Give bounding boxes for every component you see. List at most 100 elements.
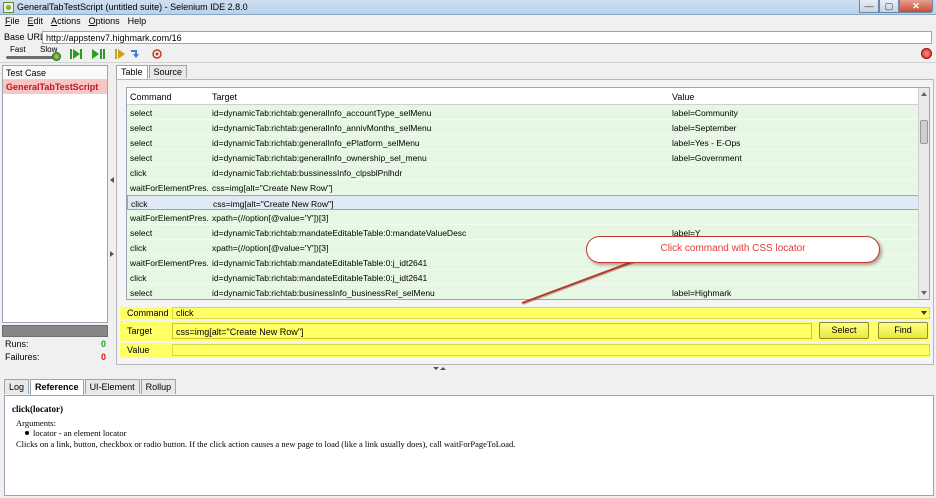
table-row[interactable]: waitForElementPres... css=img[alt="Create… [127, 180, 919, 195]
horizontal-splitter[interactable] [0, 366, 936, 371]
target-field[interactable]: css=img[alt="Create New Row"] [172, 323, 812, 339]
table-row[interactable]: click id=dynamicTab:richtab:mandateEditab… [127, 270, 919, 285]
table-row[interactable]: click css=img[alt="Create New Row"] [127, 195, 919, 210]
blurred-title-text: .............................. [320, 2, 411, 12]
tab-log[interactable]: Log [4, 379, 30, 394]
base-url-bar: Base URL http://appstenv7.highmark.com/1… [0, 30, 936, 44]
play-suite-icon[interactable] [70, 48, 82, 60]
tab-reference[interactable]: Reference [30, 379, 84, 395]
tab-rollup[interactable]: Rollup [140, 379, 177, 394]
menu-file[interactable]: File [3, 15, 26, 29]
bottom-tabs: Log Reference UI-Element Rollup [4, 379, 177, 395]
bullet-icon [25, 431, 29, 435]
menu-help[interactable]: Help [126, 15, 153, 29]
row-command: select [130, 123, 153, 133]
row-target: id=dynamicTab:richtab:generalInfo_annivM… [212, 123, 432, 133]
reference-signature: click(locator) [12, 404, 63, 414]
toolbar: Fast Slow [0, 45, 936, 63]
value-field[interactable] [172, 344, 930, 356]
table-row[interactable]: click id=dynamicTab:richtab:bussinessInfo… [127, 165, 919, 180]
row-target: css=img[alt="Create New Row"] [212, 183, 333, 193]
target-label: Target [127, 326, 153, 336]
row-value: label=September [672, 123, 737, 133]
rollup-icon[interactable] [151, 48, 163, 60]
maximize-button[interactable]: ▢ [879, 0, 899, 13]
test-suite-panel: Test Case GeneralTabTestScript [2, 65, 108, 323]
tab-table[interactable]: Table [116, 65, 148, 79]
reference-description: Clicks on a link, button, checkbox or ra… [16, 439, 516, 449]
row-target: xpath=(//option[@value='Y'])[3] [212, 243, 329, 253]
row-target: id=dynamicTab:richtab:mandateEditableTab… [212, 228, 467, 238]
menu-edit[interactable]: Edit [26, 15, 50, 29]
record-icon[interactable] [921, 48, 932, 59]
row-target: xpath=(//option[@value='Y'])[3] [212, 213, 329, 223]
row-target: id=dynamicTab:richtab:generalInfo_ePlatf… [212, 138, 420, 148]
pause-icon[interactable] [113, 48, 125, 60]
reference-arguments-label: Arguments: [16, 418, 56, 428]
row-command: click [130, 168, 147, 178]
collapse-down-icon[interactable] [433, 367, 439, 370]
row-target: id=dynamicTab:richtab:businessInfo_busin… [212, 288, 435, 298]
row-target: css=img[alt="Create New Row"] [213, 199, 334, 209]
annotation-callout: Click command with CSS locator [586, 236, 880, 263]
test-case-item[interactable]: GeneralTabTestScript [3, 80, 107, 94]
table-row[interactable]: select id=dynamicTab:richtab:generalInfo_… [127, 150, 919, 165]
collapse-left-icon[interactable] [110, 177, 114, 183]
row-command: select [130, 108, 153, 118]
row-value: label=Government [672, 153, 742, 163]
row-command: waitForElementPres... [130, 213, 208, 223]
select-button[interactable]: Select [819, 322, 869, 339]
reference-pane: click(locator) Arguments: locator - an e… [4, 395, 934, 496]
row-value: label=Community [672, 108, 738, 118]
scroll-up-icon[interactable] [921, 92, 927, 96]
row-target: id=dynamicTab:richtab:mandateEditableTab… [212, 273, 428, 283]
scroll-down-icon[interactable] [921, 291, 927, 295]
base-url-input[interactable]: http://appstenv7.highmark.com/16 [42, 31, 932, 44]
vertical-splitter[interactable] [109, 65, 115, 365]
window-title-bar: GeneralTabTestScript (untitled suite) - … [0, 0, 936, 15]
menu-actions[interactable]: Actions [49, 15, 87, 29]
row-target: id=dynamicTab:richtab:generalInfo_owners… [212, 153, 427, 163]
column-value[interactable]: Value [672, 92, 694, 102]
expand-up-icon[interactable] [440, 367, 446, 370]
menu-options[interactable]: Options [87, 15, 126, 29]
speed-slider-handle[interactable] [52, 52, 61, 61]
runs-count: 0 [100, 339, 106, 349]
table-scrollbar[interactable] [918, 88, 929, 299]
window-title: GeneralTabTestScript (untitled suite) - … [17, 2, 248, 12]
row-command: select [130, 228, 153, 238]
row-value: label=Yes - E-Ops [672, 138, 741, 148]
progress-bar [2, 325, 108, 337]
row-command: select [130, 288, 153, 298]
table-row[interactable]: select id=dynamicTab:richtab:generalInfo_… [127, 105, 919, 120]
table-row[interactable]: select id=dynamicTab:richtab:generalInfo_… [127, 120, 919, 135]
minimize-button[interactable]: — [859, 0, 879, 13]
table-row[interactable]: select id=dynamicTab:richtab:generalInfo_… [127, 135, 919, 150]
command-table: Command Target Value select id=dynamicTab… [126, 87, 930, 300]
command-field[interactable]: click [172, 307, 930, 319]
value-label: Value [127, 345, 150, 355]
column-target[interactable]: Target [212, 92, 237, 102]
row-command: click [130, 243, 147, 253]
command-label: Command [127, 308, 169, 318]
find-button[interactable]: Find [878, 322, 928, 339]
tab-ui-element[interactable]: UI-Element [84, 379, 140, 394]
step-icon[interactable] [129, 48, 141, 60]
scroll-thumb[interactable] [920, 120, 928, 144]
chevron-down-icon[interactable] [921, 311, 927, 315]
test-case-header: Test Case [3, 66, 107, 80]
close-button[interactable]: ✕ [899, 0, 933, 13]
reference-argument: locator - an element locator [33, 428, 127, 438]
play-test-icon[interactable] [92, 48, 105, 60]
expand-right-icon[interactable] [110, 251, 114, 257]
column-command[interactable]: Command [130, 92, 172, 102]
table-row[interactable]: select id=dynamicTab:richtab:businessInfo… [127, 285, 919, 299]
base-url-label: Base URL [4, 32, 46, 42]
row-command: click [131, 199, 148, 209]
row-target: id=dynamicTab:richtab:bussinessInfo_clps… [212, 168, 403, 178]
speed-fast-label: Fast [10, 45, 26, 54]
row-value: label=Highmark [672, 288, 732, 298]
table-row[interactable]: waitForElementPres... xpath=(//option[@va… [127, 210, 919, 225]
tab-source[interactable]: Source [148, 65, 188, 78]
runs-label: Runs: [5, 339, 29, 349]
